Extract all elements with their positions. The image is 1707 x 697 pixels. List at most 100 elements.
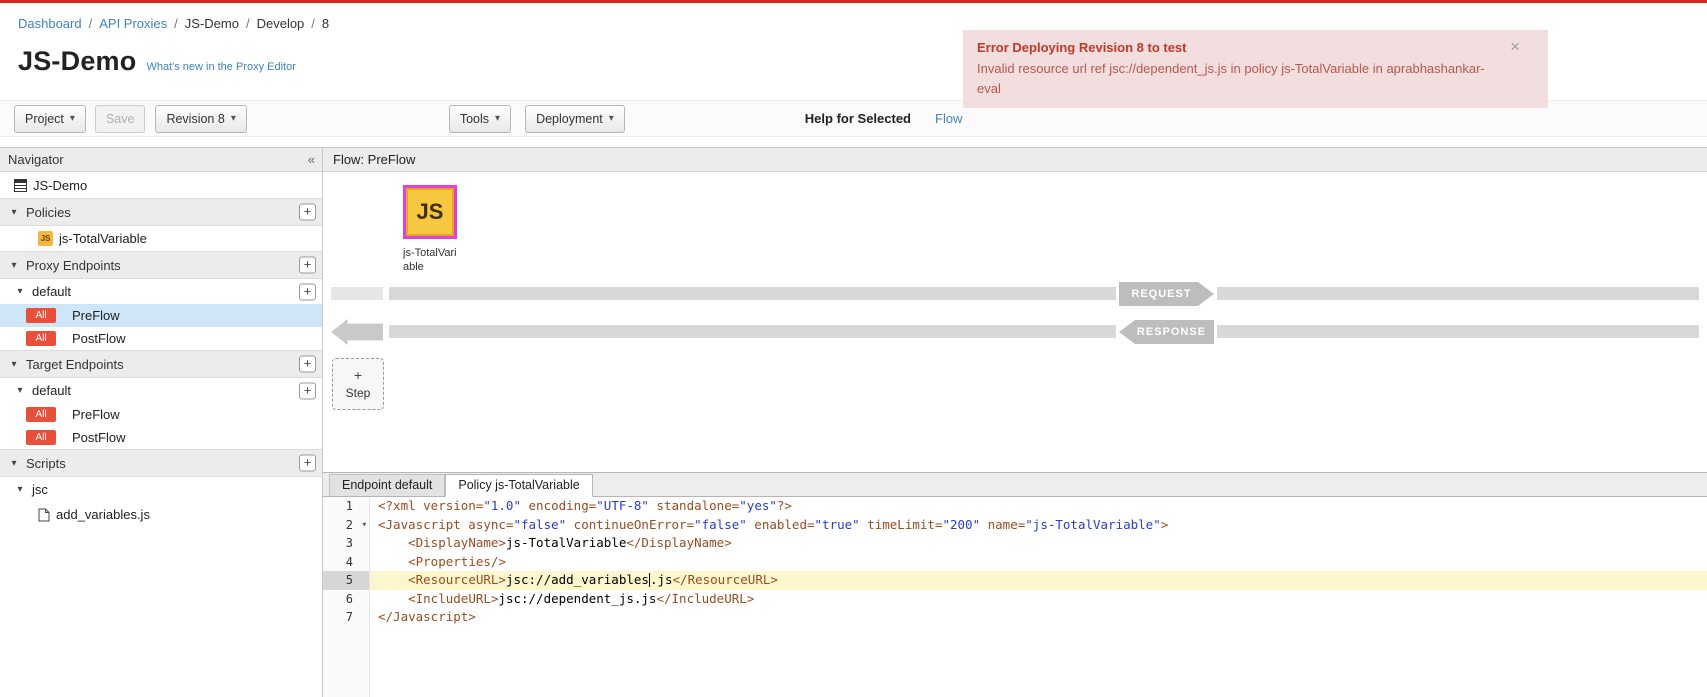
caret-down-icon: ▾ (495, 113, 500, 124)
nav-item-label: default (32, 284, 71, 299)
file-icon (38, 508, 50, 522)
nav-item-target-preflow[interactable]: All PreFlow (0, 403, 322, 426)
nav-item-proxy-endpoint-default[interactable]: ▾ default + (0, 279, 322, 304)
add-script-button[interactable]: + (299, 455, 316, 472)
chevron-down-icon: ▾ (8, 260, 20, 271)
nav-item-label: jsc (32, 482, 48, 497)
response-flow-bar-tail (1217, 325, 1699, 338)
code-line: <Javascript async="false" continueOnErro… (370, 516, 1707, 535)
breadcrumb-develop: Develop (257, 16, 305, 31)
nav-item-scripts-jsc[interactable]: ▾ jsc (0, 477, 322, 502)
add-policy-button[interactable]: + (299, 204, 316, 221)
nav-item-target-postflow[interactable]: All PostFlow (0, 426, 322, 449)
code-line: <?xml version="1.0" encoding="UTF-8" sta… (370, 497, 1707, 516)
save-button-label: Save (106, 112, 135, 126)
nav-item-label: PreFlow (72, 407, 120, 422)
editor-tab-bar: Endpoint default Policy js-TotalVariable (323, 473, 1707, 497)
nav-item-label: PostFlow (72, 430, 125, 445)
revision-menu-button[interactable]: Revision 8▾ (155, 105, 246, 133)
nav-item-script-add-variables[interactable]: add_variables.js (0, 502, 322, 527)
nav-item-label: PostFlow (72, 331, 125, 346)
nav-section-proxy-endpoints[interactable]: ▾ Proxy Endpoints + (0, 251, 322, 279)
code-line: </Javascript> (370, 608, 1707, 627)
breadcrumb-js-demo: JS-Demo (185, 16, 239, 31)
help-for-selected-label: Help for Selected (805, 111, 911, 126)
editor-gutter: 12▾34567 (323, 497, 370, 697)
line-number: 7 (323, 608, 369, 627)
nav-section-label: Scripts (26, 456, 66, 471)
chevron-down-icon: ▾ (8, 207, 20, 218)
code-editor-panel: Endpoint default Policy js-TotalVariable… (323, 472, 1707, 697)
proxy-editor-app: Dashboard / API Proxies / JS-Demo / Deve… (0, 0, 1707, 697)
nav-item-policy-js-totalvariable[interactable]: JS js-TotalVariable (0, 226, 322, 251)
add-proxy-endpoint-button[interactable]: + (299, 257, 316, 274)
page-title: JS-Demo (18, 46, 136, 77)
fold-toggle-icon[interactable]: ▾ (362, 516, 367, 535)
response-label-ribbon: RESPONSE (1119, 320, 1214, 344)
tab-policy-js-totalvariable[interactable]: Policy js-TotalVariable (445, 474, 592, 497)
code-editor[interactable]: 12▾34567 <?xml version="1.0" encoding="U… (323, 497, 1707, 697)
all-conditions-badge: All (26, 430, 56, 445)
deployment-menu-label: Deployment (536, 112, 603, 126)
deployment-menu-button[interactable]: Deployment ▾ (525, 105, 625, 133)
nav-section-scripts[interactable]: ▾ Scripts + (0, 449, 322, 477)
proxy-icon (14, 179, 27, 192)
nav-section-policies[interactable]: ▾ Policies + (0, 198, 322, 226)
breadcrumb-dashboard[interactable]: Dashboard (18, 16, 82, 31)
add-step-label: Step (346, 386, 371, 400)
tab-endpoint-default[interactable]: Endpoint default (329, 474, 445, 496)
policy-node-label: js-TotalVariable (403, 246, 461, 275)
nav-item-label: JS-Demo (33, 178, 87, 193)
nav-item-proxy-preflow[interactable]: All PreFlow (0, 304, 322, 327)
response-flow-bar (389, 325, 1116, 338)
nav-item-proxy-postflow[interactable]: All PostFlow (0, 327, 322, 350)
js-node-icon: JS (417, 199, 444, 225)
workspace: Navigator « JS-Demo ▾ Policies + JS js-T… (0, 147, 1707, 697)
flow-help-link[interactable]: Flow (935, 111, 962, 126)
breadcrumb-separator: / (311, 16, 315, 31)
error-banner-title: Error Deploying Revision 8 to test (977, 40, 1502, 55)
collapse-navigator-button[interactable]: « (308, 152, 314, 167)
all-conditions-badge: All (26, 407, 56, 422)
save-button[interactable]: Save (95, 105, 146, 133)
tools-menu-button[interactable]: Tools▾ (449, 105, 511, 133)
project-menu-label: Project (25, 112, 64, 126)
main-panel: Flow: PreFlow JS js-TotalVariable REQUES… (323, 147, 1707, 697)
flow-header-label: Flow: PreFlow (333, 152, 415, 167)
caret-down-icon: ▾ (609, 113, 614, 124)
line-number: 1 (323, 497, 369, 516)
code-line: <ResourceURL>jsc://add_variables.js</Res… (370, 571, 1707, 590)
project-menu-button[interactable]: Project▾ (14, 105, 86, 133)
response-arrowhead-icon (331, 319, 383, 345)
policy-node-js-totalvariable[interactable]: JS (403, 185, 457, 239)
breadcrumb-api-proxies[interactable]: API Proxies (99, 16, 167, 31)
navigator-title: Navigator (8, 152, 64, 167)
chevron-down-icon: ▾ (8, 458, 20, 469)
nav-item-target-endpoint-default[interactable]: ▾ default + (0, 378, 322, 403)
flow-header: Flow: PreFlow (323, 148, 1707, 172)
flow-bar-segment (331, 287, 383, 300)
add-target-endpoint-button[interactable]: + (299, 356, 316, 373)
nav-section-target-endpoints[interactable]: ▾ Target Endpoints + (0, 350, 322, 378)
chevron-down-icon: ▾ (14, 286, 26, 297)
add-flow-button[interactable]: + (299, 283, 316, 300)
add-step-button[interactable]: + Step (332, 358, 384, 410)
close-icon[interactable]: × (1510, 38, 1520, 55)
nav-item-label: PreFlow (72, 308, 120, 323)
nav-item-label: js-TotalVariable (59, 231, 147, 246)
request-label-ribbon: REQUEST (1119, 282, 1214, 306)
chevron-down-icon: ▾ (14, 484, 26, 495)
editor-code: <?xml version="1.0" encoding="UTF-8" sta… (370, 497, 1707, 697)
plus-icon: + (354, 368, 362, 382)
nav-item-proxy-root[interactable]: JS-Demo (0, 172, 322, 198)
code-line: <IncludeURL>jsc://dependent_js.js</Inclu… (370, 590, 1707, 609)
add-flow-button[interactable]: + (299, 382, 316, 399)
line-number: 5 (323, 571, 369, 590)
flow-canvas: JS js-TotalVariable REQUEST RESPONSE + S… (323, 172, 1707, 472)
whats-new-link[interactable]: What's new in the Proxy Editor (146, 61, 295, 73)
code-line: <Properties/> (370, 553, 1707, 572)
error-banner-message: Invalid resource url ref jsc://dependent… (977, 59, 1502, 98)
request-flow-bar (389, 287, 1116, 300)
all-conditions-badge: All (26, 308, 56, 323)
request-flow-bar-tail (1217, 287, 1699, 300)
